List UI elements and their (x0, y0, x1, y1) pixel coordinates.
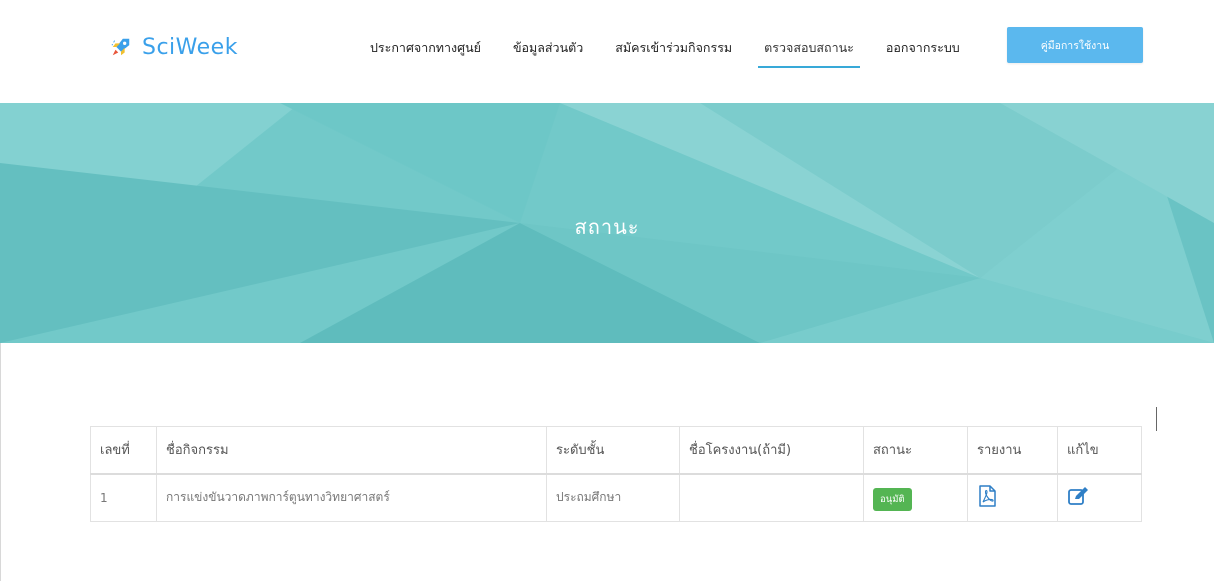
col-header-status: สถานะ (863, 426, 968, 474)
nav-register-activity[interactable]: สมัครเข้าร่วมกิจกรรม (615, 38, 732, 68)
col-header-report: รายงาน (967, 426, 1058, 474)
col-header-activity: ชื่อกิจกรรม (156, 426, 547, 474)
col-header-no: เลขที่ (90, 426, 157, 474)
col-header-edit: แก้ไข (1057, 426, 1142, 474)
scroll-indicator (1156, 407, 1157, 431)
table-row: 1 การแข่งขันวาดภาพการ์ตูนทางวิทยาศาสตร์ … (90, 472, 1142, 522)
hero-title: สถานะ (574, 215, 640, 239)
table-header-row: เลขที่ ชื่อกิจกรรม ระดับชั้น ชื่อโครงงาน… (90, 426, 1142, 474)
brand-logo[interactable]: SciWeek (110, 32, 238, 62)
user-manual-button[interactable]: คู่มือการใช้งาน (1007, 27, 1143, 63)
status-badge: อนุมัติ (873, 488, 912, 512)
cell-no: 1 (90, 472, 157, 522)
cell-level: ประถมศึกษา (546, 472, 680, 522)
cell-project (679, 472, 864, 522)
cell-report (967, 472, 1058, 522)
col-header-level: ระดับชั้น (546, 426, 680, 474)
edit-icon[interactable] (1067, 486, 1089, 506)
nav-check-status[interactable]: ตรวจสอบสถานะ (758, 38, 860, 68)
cell-activity: การแข่งขันวาดภาพการ์ตูนทางวิทยาศาสตร์ (156, 472, 547, 522)
cell-status: อนุมัติ (863, 472, 968, 522)
cell-edit (1057, 472, 1142, 522)
main-nav: ประกาศจากทางศูนย์ ข้อมูลส่วนตัว สมัครเข้… (370, 38, 992, 68)
rocket-icon (111, 38, 130, 56)
hero-banner: สถานะ (0, 103, 1214, 343)
col-header-project: ชื่อโครงงาน(ถ้ามี) (679, 426, 864, 474)
nav-announcements[interactable]: ประกาศจากทางศูนย์ (370, 38, 481, 68)
nav-logout[interactable]: ออกจากระบบ (886, 38, 960, 68)
brand-name: SciWeek (142, 34, 238, 60)
nav-personal-info[interactable]: ข้อมูลส่วนตัว (513, 38, 583, 68)
navbar: SciWeek ประกาศจากทางศูนย์ ข้อมูลส่วนตัว … (0, 0, 1214, 103)
status-table: เลขที่ ชื่อกิจกรรม ระดับชั้น ชื่อโครงงาน… (90, 426, 1142, 522)
pdf-file-icon[interactable] (977, 485, 997, 507)
